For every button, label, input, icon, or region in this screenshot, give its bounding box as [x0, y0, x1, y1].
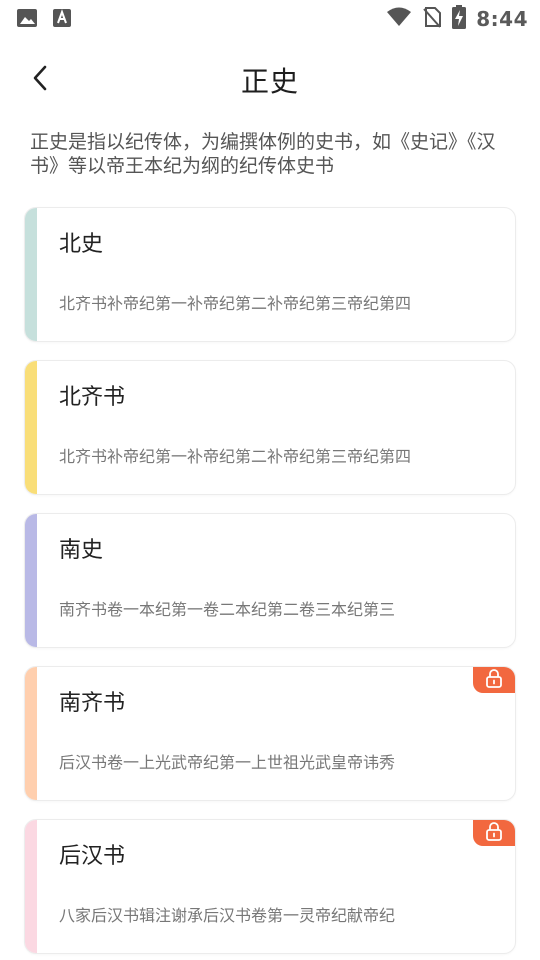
app-header: 正史 [0, 52, 540, 108]
book-title: 南史 [59, 538, 104, 563]
book-card[interactable]: 南齐书 后汉书卷一上光武帝纪第一上世祖光武皇帝讳秀 [24, 666, 516, 801]
book-title: 北齐书 [59, 385, 126, 410]
lock-icon [485, 668, 503, 692]
wifi-icon [386, 6, 412, 32]
clock-time: 8:44 [476, 7, 528, 31]
card-accent-stripe [25, 514, 37, 647]
no-sim-icon [422, 6, 442, 32]
book-card[interactable]: 南史 南齐书卷一本纪第一卷二本纪第二卷三本纪第三 [24, 513, 516, 648]
lock-badge [473, 667, 515, 693]
category-description: 正史是指以纪传体，为编撰体例的史书，如《史记》《汉书》等以帝王本纪为纲的纪传体史… [30, 131, 496, 177]
page-title: 正史 [240, 65, 299, 98]
book-preview: 南齐书卷一本纪第一卷二本纪第二卷三本纪第三 [59, 600, 396, 619]
book-title: 南齐书 [59, 691, 126, 716]
card-accent-stripe [25, 820, 37, 953]
font-icon [52, 8, 72, 32]
book-preview: 北齐书补帝纪第一补帝纪第二补帝纪第三帝纪第四 [59, 294, 412, 313]
lock-badge [473, 820, 515, 846]
book-preview: 北齐书补帝纪第一补帝纪第二补帝纪第三帝纪第四 [59, 447, 412, 466]
card-accent-stripe [25, 208, 37, 341]
card-accent-stripe [25, 667, 37, 800]
book-card[interactable]: 北齐书 北齐书补帝纪第一补帝纪第二补帝纪第三帝纪第四 [24, 360, 516, 495]
book-card[interactable]: 北史 北齐书补帝纪第一补帝纪第二补帝纪第三帝纪第四 [24, 207, 516, 342]
image-icon [16, 8, 38, 32]
book-list: 北史 北齐书补帝纪第一补帝纪第二补帝纪第三帝纪第四 北齐书 北齐书补帝纪第一补帝… [24, 207, 516, 960]
card-accent-stripe [25, 361, 37, 494]
book-title: 后汉书 [59, 844, 126, 869]
book-preview: 八家后汉书辑注谢承后汉书卷第一灵帝纪献帝纪 [59, 906, 396, 925]
lock-icon [485, 821, 503, 845]
book-preview: 后汉书卷一上光武帝纪第一上世祖光武皇帝讳秀 [59, 753, 396, 772]
book-title: 北史 [59, 232, 104, 257]
status-bar: 8:44 [0, 0, 540, 36]
battery-charging-icon [452, 5, 467, 33]
book-card[interactable]: 后汉书 八家后汉书辑注谢承后汉书卷第一灵帝纪献帝纪 [24, 819, 516, 954]
